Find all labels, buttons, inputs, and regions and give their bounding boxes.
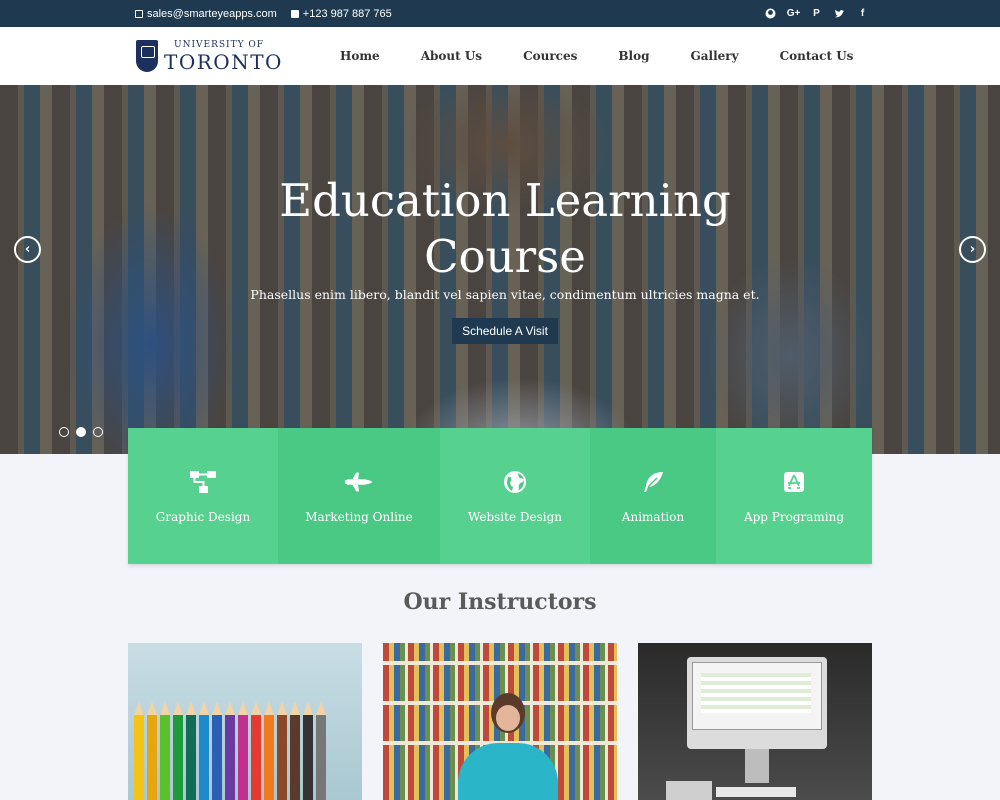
services-strip: Graphic Design Marketing Online Website … <box>128 428 872 564</box>
envelope-icon <box>135 9 143 18</box>
bookshelf-divider <box>383 661 617 665</box>
pencils-image <box>134 701 326 800</box>
logo-wordmark: UNIVERSITY OF TORONTO <box>164 39 283 74</box>
main-nav: Home About Us Cources Blog Gallery Conta… <box>340 27 894 85</box>
space-shuttle-icon <box>345 468 373 496</box>
social-links: G+ P f <box>765 0 868 27</box>
service-label: Website Design <box>467 510 562 524</box>
globe-icon <box>501 468 529 496</box>
service-label: App Programing <box>743 510 845 524</box>
schedule-visit-button[interactable]: Schedule A Visit <box>452 318 558 344</box>
computer-image <box>687 657 827 783</box>
nav-gallery[interactable]: Gallery <box>690 49 738 63</box>
email-text: sales@smarteyeapps.com <box>147 7 277 20</box>
twitter-icon[interactable] <box>834 8 845 19</box>
hero-title: Education Learning Course <box>0 173 1000 285</box>
slider-dots <box>59 427 103 437</box>
instructor-card-1[interactable] <box>128 643 362 800</box>
google-plus-icon[interactable]: G+ <box>787 8 801 19</box>
hero-slider: Education Learning Course Phasellus enim… <box>0 85 1000 454</box>
service-website-design[interactable]: Website Design <box>440 428 590 564</box>
sitemap-icon <box>189 468 217 496</box>
service-label: Graphic Design <box>155 510 251 524</box>
nav-about-us[interactable]: About Us <box>421 49 482 63</box>
top-bar: sales@smarteyeapps.com +123 987 887 765 … <box>0 0 1000 27</box>
service-graphic-design[interactable]: Graphic Design <box>128 428 278 564</box>
slider-next-button[interactable]: › <box>959 236 986 263</box>
phone-icon <box>290 9 299 18</box>
app-store-icon <box>780 468 808 496</box>
service-label: Marketing Online <box>305 510 413 524</box>
nav-home[interactable]: Home <box>340 49 380 63</box>
feather-icon <box>639 468 667 496</box>
logo-line-1: UNIVERSITY OF <box>174 39 265 50</box>
slider-dot-2[interactable] <box>76 427 86 437</box>
service-marketing-online[interactable]: Marketing Online <box>278 428 440 564</box>
chevron-right-icon: › <box>969 242 976 257</box>
instructor-card-2[interactable] <box>383 643 617 800</box>
keyboard-image <box>716 787 796 797</box>
chevron-left-icon: ‹ <box>24 242 31 257</box>
facebook-icon[interactable]: f <box>857 8 868 19</box>
slider-prev-button[interactable]: ‹ <box>14 236 41 263</box>
hero-title-line-2: Course <box>424 230 586 283</box>
email-link[interactable]: sales@smarteyeapps.com <box>135 8 277 20</box>
nav-blog[interactable]: Blog <box>618 49 649 63</box>
site-header: UNIVERSITY OF TORONTO Home About Us Cour… <box>0 27 1000 85</box>
github-icon[interactable] <box>765 8 776 19</box>
student-image <box>458 693 558 800</box>
slider-dot-3[interactable] <box>93 427 103 437</box>
phone-link[interactable]: +123 987 887 765 <box>290 7 392 20</box>
service-app-programing[interactable]: App Programing <box>716 428 872 564</box>
logo-line-2: TORONTO <box>164 49 283 74</box>
phone-text: +123 987 887 765 <box>302 7 392 20</box>
crest-icon <box>136 40 158 72</box>
service-label: Animation <box>621 510 685 524</box>
instructors-title: Our Instructors <box>403 589 597 615</box>
nav-courses[interactable]: Cources <box>523 49 577 63</box>
service-animation[interactable]: Animation <box>590 428 716 564</box>
instructor-card-3[interactable] <box>638 643 872 800</box>
slider-dot-1[interactable] <box>59 427 69 437</box>
contact-info: sales@smarteyeapps.com +123 987 887 765 <box>135 0 392 27</box>
hero-title-line-1: Education Learning <box>279 174 731 227</box>
site-logo[interactable]: UNIVERSITY OF TORONTO <box>136 39 283 73</box>
tablet-image <box>666 781 712 800</box>
nav-contact-us[interactable]: Contact Us <box>780 49 854 63</box>
hero-subtitle: Phasellus enim libero, blandit vel sapie… <box>250 287 760 302</box>
pinterest-icon[interactable]: P <box>811 8 822 19</box>
